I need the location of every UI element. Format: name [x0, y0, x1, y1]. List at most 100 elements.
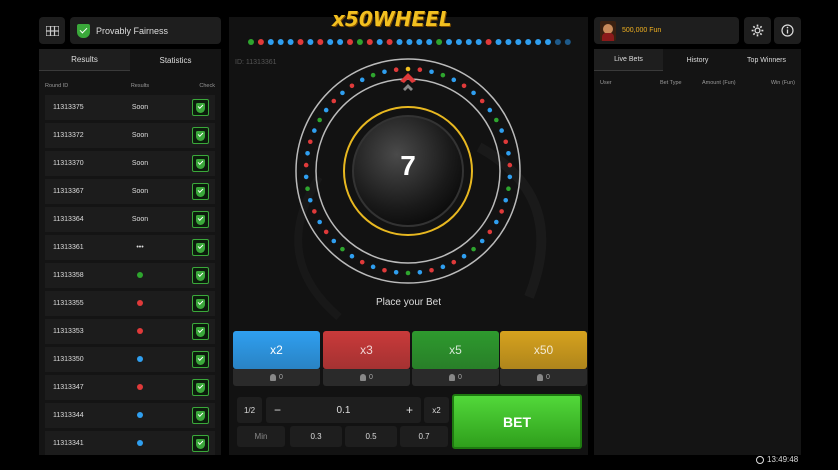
game-logo: x50WHEEL [332, 7, 452, 31]
settings-button[interactable] [744, 17, 771, 44]
tab-statistics[interactable]: Statistics [130, 49, 221, 71]
verify-check-button[interactable] [192, 267, 209, 284]
bet-x5-button[interactable]: x5 [412, 331, 499, 369]
result-row: 11313344 [45, 403, 215, 428]
result-row: 11313370 Soon [45, 151, 215, 176]
grid-icon [45, 25, 59, 36]
result-row: 11313350 [45, 347, 215, 372]
round-id: ID: 11313361 [235, 59, 277, 66]
col-amount: Amount (Fun) [702, 80, 736, 86]
history-dot [515, 39, 522, 45]
col-check: Check [199, 82, 215, 89]
preset-min[interactable]: Min [237, 426, 285, 447]
wheel-segment-dot [312, 209, 317, 214]
result-value [105, 327, 175, 336]
col-win: Win (Fun) [770, 80, 795, 86]
wheel-segment-dot [429, 69, 434, 75]
user-icon [537, 374, 544, 381]
wheel-segment-dot [331, 98, 337, 104]
player-count-value: 0 [546, 374, 550, 381]
verify-check-button[interactable] [192, 379, 209, 396]
bet-button[interactable]: BET [452, 394, 582, 449]
verify-check-button[interactable] [192, 99, 209, 116]
result-value [105, 271, 175, 280]
result-value: Soon [131, 104, 149, 111]
verify-check-button[interactable] [192, 155, 209, 172]
result-round-id: 11313364 [53, 216, 84, 223]
result-row: 11313347 [45, 375, 215, 400]
history-dot [257, 39, 264, 45]
history-dot [396, 39, 403, 45]
preset-0-7[interactable]: 0.7 [400, 426, 448, 447]
preset-0-5[interactable]: 0.5 [345, 426, 397, 447]
history-dot [327, 39, 334, 45]
result-color-dot [137, 299, 143, 306]
double-button[interactable]: x2 [424, 397, 449, 423]
preset-0-3[interactable]: 0.3 [290, 426, 342, 447]
verify-check-button[interactable] [192, 211, 209, 228]
history-dot [366, 39, 373, 45]
bet-x3-button[interactable]: x3 [323, 331, 410, 369]
bet-x2-player-count: 0 [233, 369, 320, 386]
info-button[interactable] [774, 17, 801, 44]
wheel-segment-dot [382, 69, 387, 75]
wheel-segment-dot [382, 267, 387, 273]
info-icon [781, 24, 794, 37]
verify-check-button[interactable] [192, 127, 209, 144]
shield-icon [196, 186, 205, 197]
amount-value[interactable]: 0.1 [337, 405, 351, 416]
history-dot [376, 39, 383, 45]
bet-x50-button[interactable]: x50 [500, 331, 587, 369]
wheel-segment-dot [503, 197, 509, 203]
bet-x2-button[interactable]: x2 [233, 331, 320, 369]
history-dot [277, 39, 284, 45]
minus-button[interactable]: − [274, 403, 281, 417]
col-round-id: Round ID [45, 82, 69, 89]
shield-icon [196, 214, 205, 225]
tab-live-bets[interactable]: Live Bets [594, 49, 663, 71]
bet-x50-player-count: 0 [500, 369, 587, 386]
verify-check-button[interactable] [192, 407, 209, 424]
shield-icon [196, 270, 205, 281]
tab-history[interactable]: History [663, 49, 732, 71]
verify-check-button[interactable] [192, 239, 209, 256]
result-round-id: 11313358 [53, 272, 84, 279]
result-row: 11313367 Soon [45, 179, 215, 204]
bets-panel: Live Bets History Top Winners User Bet T… [594, 49, 801, 455]
wheel-segment-dot [507, 174, 513, 180]
result-color-dot [137, 411, 143, 418]
avatar[interactable] [600, 20, 616, 41]
wheel-segment-dot [370, 264, 376, 270]
result-color-dot [137, 383, 143, 390]
result-row: 11313358 [45, 263, 215, 288]
history-dot [495, 39, 502, 45]
result-round-id: 11313370 [53, 160, 84, 167]
wheel-segment-dot [340, 246, 345, 252]
verify-check-button[interactable] [192, 351, 209, 368]
provably-fairness-label: Provably Fairness [96, 25, 169, 36]
wheel-segment-dot [440, 264, 446, 270]
amount-stepper[interactable]: − 0.1 + [266, 397, 421, 423]
provably-fairness-button[interactable]: Provably Fairness [70, 17, 221, 44]
wheel-segment-dot [370, 72, 376, 78]
history-dot [465, 39, 472, 45]
history-dot [436, 39, 443, 45]
half-button[interactable]: 1/2 [237, 397, 262, 423]
verify-check-button[interactable] [192, 435, 209, 452]
menu-grid-button[interactable] [39, 17, 65, 44]
history-dot [287, 39, 294, 45]
result-round-id: 11313355 [53, 300, 84, 307]
bet-x5-player-count: 0 [412, 369, 499, 386]
tab-top-winners[interactable]: Top Winners [732, 49, 801, 71]
verify-check-button[interactable] [192, 295, 209, 312]
result-round-id: 11313350 [53, 356, 84, 363]
shield-icon [196, 438, 205, 449]
verify-check-button[interactable] [192, 183, 209, 200]
plus-button[interactable]: + [406, 403, 413, 417]
clock-display: 13:49:48 [756, 455, 798, 464]
verify-check-button[interactable] [192, 323, 209, 340]
result-row: 11313355 [45, 291, 215, 316]
result-row: 11313353 [45, 319, 215, 344]
tab-results[interactable]: Results [39, 49, 130, 71]
countdown: 7 [400, 150, 416, 181]
